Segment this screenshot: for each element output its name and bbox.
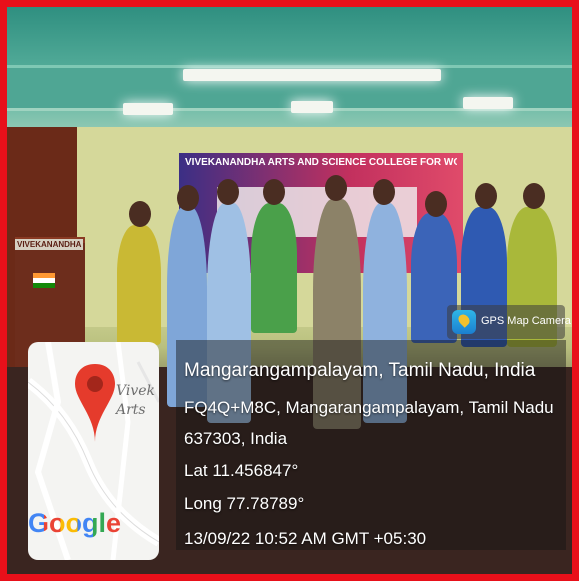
person-head [263, 179, 285, 205]
location-title: Mangarangampalayam, Tamil Nadu, India [184, 360, 536, 381]
ceiling-lamp [463, 97, 513, 109]
map-thumbnail[interactable]: Vivek Arts Google [28, 342, 159, 560]
person-head [325, 175, 347, 201]
person-head [373, 179, 395, 205]
person [251, 203, 297, 333]
person [117, 225, 161, 345]
ceiling-lamp [291, 101, 333, 113]
podium-label: VIVEKANANDHA [15, 239, 83, 250]
address-line-2: 637303, India [184, 429, 288, 448]
gps-map-camera-badge: GPS Map Camera [447, 305, 571, 339]
map-place-label: Vivek Arts [116, 383, 156, 418]
ceiling-lamp [183, 69, 441, 81]
gps-badge-label: GPS Map Camera [481, 315, 571, 327]
ceiling-lamp [123, 103, 173, 115]
flag [33, 273, 55, 288]
person-head [425, 191, 447, 217]
longitude: Long 77.78789° [184, 494, 305, 513]
camera-icon [452, 310, 476, 334]
person-head [177, 185, 199, 211]
person-head [217, 179, 239, 205]
google-logo-text: Google [28, 508, 121, 538]
person-head [475, 183, 497, 209]
latitude: Lat 11.456847° [184, 461, 299, 480]
person-head [129, 201, 151, 227]
address-line-1: FQ4Q+M8C, Mangarangampalayam, Tamil Nadu [184, 398, 554, 417]
timestamp: 13/09/22 10:52 AM GMT +05:30 [184, 529, 427, 548]
google-logo: Google [28, 508, 121, 539]
map-pin-icon [75, 364, 115, 444]
banner-title: VIVEKANANDHA ARTS AND SCIENCE COLLEGE FO… [185, 157, 457, 168]
person-head [523, 183, 545, 209]
